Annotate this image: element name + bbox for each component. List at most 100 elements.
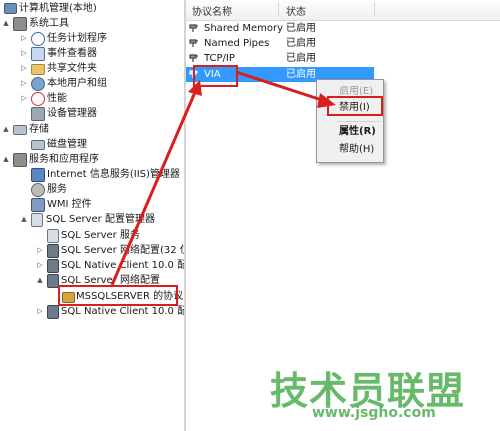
- event-log-icon: [31, 47, 45, 61]
- tree-item-shared-folders[interactable]: ▷ 共享文件夹: [0, 61, 184, 76]
- protocol-name: TCP/IP: [204, 53, 235, 64]
- menu-item-help[interactable]: 帮助(H): [317, 141, 383, 159]
- expand-arrow-icon[interactable]: ▷: [36, 243, 44, 258]
- plug-icon: [189, 54, 198, 62]
- expand-arrow-icon[interactable]: ▷: [36, 304, 44, 319]
- tree-item-label: 设备管理器: [47, 108, 97, 119]
- expand-arrow-icon[interactable]: ▷: [20, 46, 28, 61]
- tree-item-label: SQL Server 网络配置: [61, 275, 160, 286]
- protocol-row-tcp-ip[interactable]: TCP/IP 已启用: [186, 51, 374, 66]
- tree-item-label: SQL Native Client 10.0 配置: [61, 306, 184, 317]
- menu-item-label: 属性(R): [339, 126, 376, 137]
- tree-item-native-client-config-32[interactable]: ▷ SQL Native Client 10.0 配置(: [0, 258, 184, 273]
- context-menu: 启用(E) 禁用(I) 属性(R) 帮助(H): [316, 79, 384, 163]
- tree-item-system-tools[interactable]: ▲ 系统工具: [0, 16, 184, 31]
- tree-item-sql-config-manager[interactable]: ▲ SQL Server 配置管理器: [0, 212, 184, 227]
- column-header-protocol-name[interactable]: 协议名称: [192, 3, 232, 18]
- tree-item-label: SQL Native Client 10.0 配置(: [61, 260, 184, 271]
- tree-item-label: 性能: [47, 93, 67, 104]
- protocol-status: 已启用: [286, 53, 316, 64]
- tree-item-label: 系统工具: [29, 18, 69, 29]
- protocol-status: 已启用: [286, 69, 316, 80]
- console-tree: 计算机管理(本地) ▲ 系统工具 ▷ 任务计划程序 ▷ 事件查看器 ▷ 共享文件…: [0, 0, 184, 431]
- tree-item-disk-management[interactable]: 磁盘管理: [0, 137, 184, 152]
- expand-arrow-icon[interactable]: ▷: [20, 91, 28, 106]
- protocol-name: Shared Memory: [204, 23, 284, 34]
- tree-item-label: WMI 控件: [47, 199, 92, 210]
- tree-item-sql-network-config-32[interactable]: ▷ SQL Server 网络配置(32 位): [0, 243, 184, 258]
- tree-item-services[interactable]: 服务: [0, 182, 184, 197]
- network-config-icon: [47, 244, 59, 258]
- expand-arrow-icon[interactable]: ▲: [2, 16, 10, 31]
- wmi-icon: [31, 198, 45, 212]
- sql-services-icon: [47, 229, 59, 243]
- expand-arrow-icon[interactable]: ▲: [2, 122, 10, 137]
- menu-separator: [337, 121, 381, 122]
- menu-item-disable[interactable]: 禁用(I): [317, 99, 383, 117]
- tree-item-native-client-config[interactable]: ▷ SQL Native Client 10.0 配置: [0, 304, 184, 319]
- native-client-icon: [47, 259, 59, 273]
- tree-item-label: 服务和应用程序: [29, 154, 99, 165]
- tree-item-label: 共享文件夹: [47, 63, 97, 74]
- column-divider[interactable]: [278, 2, 279, 17]
- watermark-url: www.jsgho.com: [312, 405, 436, 421]
- sql-config-icon: [31, 213, 43, 227]
- tree-item-label: SQL Server 网络配置(32 位): [61, 245, 184, 256]
- tree-item-storage[interactable]: ▲ 存储: [0, 122, 184, 137]
- clock-icon: [31, 32, 45, 46]
- expand-arrow-icon[interactable]: ▷: [20, 76, 28, 91]
- expand-arrow-icon[interactable]: ▲: [20, 212, 28, 227]
- storage-icon: [13, 125, 27, 135]
- iis-icon: [31, 168, 45, 182]
- tree-item-iis-manager[interactable]: Internet 信息服务(IIS)管理器: [0, 167, 184, 182]
- computer-icon: [4, 3, 17, 14]
- plug-icon: [189, 24, 198, 32]
- tree-item-label: 计算机管理(本地): [19, 3, 97, 14]
- network-config-icon: [47, 274, 59, 288]
- protocol-status: 已启用: [286, 38, 316, 49]
- tree-item-event-viewer[interactable]: ▷ 事件查看器: [0, 46, 184, 61]
- protocol-status: 已启用: [286, 23, 316, 34]
- protocol-row-shared-memory[interactable]: Shared Memory 已启用: [186, 21, 374, 36]
- menu-item-properties[interactable]: 属性(R): [317, 123, 383, 141]
- expand-arrow-icon[interactable]: ▲: [2, 152, 10, 167]
- tree-item-label: 存储: [29, 124, 49, 135]
- protocol-row-named-pipes[interactable]: Named Pipes 已启用: [186, 36, 374, 51]
- tools-icon: [13, 17, 27, 31]
- tree-item-sql-server-services[interactable]: SQL Server 服务: [0, 228, 184, 243]
- tree-item-wmi-control[interactable]: WMI 控件: [0, 197, 184, 212]
- column-divider[interactable]: [374, 2, 375, 17]
- disk-icon: [31, 140, 45, 150]
- tree-item-mssqlserver-protocols[interactable]: MSSQLSERVER 的协议: [0, 289, 184, 304]
- tree-item-computer-management[interactable]: 计算机管理(本地): [0, 1, 184, 16]
- tree-item-label: 本地用户和组: [47, 78, 107, 89]
- expand-arrow-icon[interactable]: ▲: [36, 273, 44, 288]
- tree-item-label: 事件查看器: [47, 48, 97, 59]
- plug-icon: [189, 39, 198, 47]
- tree-item-label: 任务计划程序: [47, 33, 107, 44]
- performance-icon: [31, 92, 45, 106]
- device-manager-icon: [31, 107, 45, 121]
- tree-item-performance[interactable]: ▷ 性能: [0, 91, 184, 106]
- menu-item-label: 帮助(H): [339, 144, 375, 155]
- tree-item-task-scheduler[interactable]: ▷ 任务计划程序: [0, 31, 184, 46]
- expand-arrow-icon[interactable]: ▷: [20, 31, 28, 46]
- native-client-icon: [47, 305, 59, 319]
- tree-item-label: 磁盘管理: [47, 139, 87, 150]
- expand-arrow-icon[interactable]: ▷: [36, 258, 44, 273]
- services-icon: [31, 183, 45, 197]
- tree-item-services-and-apps[interactable]: ▲ 服务和应用程序: [0, 152, 184, 167]
- protocol-name: VIA: [204, 69, 221, 80]
- users-icon: [31, 77, 45, 91]
- expand-arrow-icon[interactable]: ▷: [20, 61, 28, 76]
- protocol-name: Named Pipes: [204, 38, 270, 49]
- tree-item-label: SQL Server 配置管理器: [46, 214, 155, 225]
- protocol-icon: [62, 292, 75, 303]
- tree-item-local-users[interactable]: ▷ 本地用户和组: [0, 76, 184, 91]
- list-header: 协议名称 状态: [186, 0, 500, 21]
- tree-item-device-manager[interactable]: 设备管理器: [0, 106, 184, 121]
- column-header-status[interactable]: 状态: [286, 3, 306, 18]
- tree-item-label: SQL Server 服务: [61, 230, 140, 241]
- tree-item-label: MSSQLSERVER 的协议: [76, 291, 184, 302]
- tree-item-sql-network-config[interactable]: ▲ SQL Server 网络配置: [0, 273, 184, 288]
